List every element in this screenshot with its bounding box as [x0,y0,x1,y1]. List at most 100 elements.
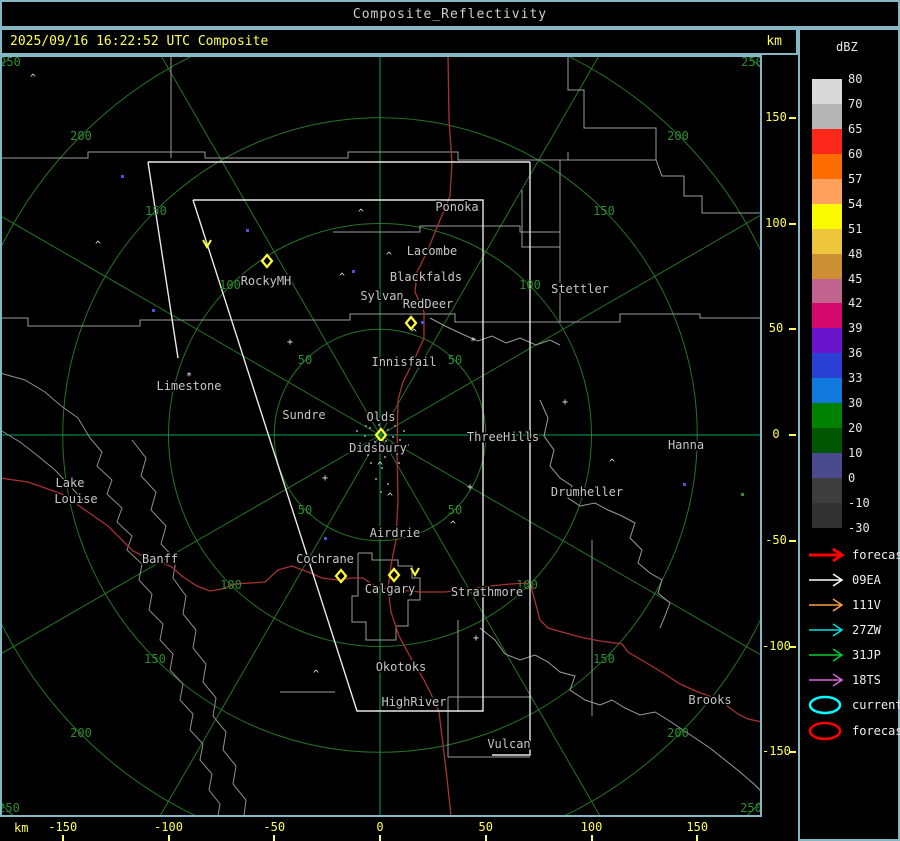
right-axis-tick [789,222,796,225]
clutter-dot [365,425,367,427]
colorbar-block [812,378,842,404]
city-label: Sylvan [360,289,403,303]
clutter-dot [403,430,405,432]
ring-distance-label: 50 [298,353,312,367]
right-axis: 150 100 50 0 -50 -100 -150 [762,55,798,817]
city-label: Blackfalds [390,270,462,284]
ring-distance-label: 100 [519,278,541,292]
colorbar-block [812,303,842,329]
right-axis-tick [789,645,796,648]
bottom-axis-tick-label: 150 [686,820,709,834]
ring-distance-label: 200 [667,129,689,143]
city-label: Innisfail [371,355,436,369]
legend-item: current [806,693,900,717]
city-label: HighRiver [381,695,446,709]
legend-item-label: 111V [852,598,881,612]
clutter-dot [370,462,372,464]
right-axis-tick-label: 0 [772,427,780,441]
colorbar-block [812,103,842,129]
right-axis-tick-label: 150 [765,109,787,124]
bottom-axis-tick [61,835,64,841]
radar-sector-outline [492,162,531,756]
city-label: Didsbury [349,441,407,455]
colorbar-boundary-label: 54 [848,196,863,211]
right-axis-tick-label: 50 [768,321,784,336]
colorbar-boundary-label: 30 [848,396,863,411]
radar-map: 50 50 50 50 100 100 100 100 150 150 150 150 200 200 20… [0,55,762,817]
legend-item-label: 18TS [852,673,881,687]
county-boundary [539,399,671,629]
colorbar-boundary-label: 33 [848,371,863,386]
echo-dot [352,270,355,273]
highway-line [2,477,760,723]
city-label: Lacombe [407,244,458,258]
colorbar-block [812,228,842,254]
mountain-boundary [2,373,91,439]
legend-item: 31JP [806,643,881,667]
legend-item: forecast [806,719,900,743]
echo-dot [152,309,155,312]
colorbar-panel: dBZ 80 70 65 60 57 54 51 48 45 42 39 36 33 30 20 10 0 -10… [798,28,900,841]
clutter-dot [392,436,394,438]
right-axis-tick [789,328,796,331]
legend-item: 09EA [806,568,881,592]
bottom-axis-tick-label: -50 [263,820,286,834]
colorbar-boundary-label: 0 [848,471,856,486]
ring-distance-label: 100 [220,578,242,592]
point-marker: ^ [313,669,319,680]
point-marker: + [467,482,473,493]
echo-dot [683,483,686,486]
point-marker: + [562,397,568,408]
ring-distance-label: 50 [298,503,312,517]
ring-distance-label: 150 [144,652,166,666]
title-bar: Composite_Reflectivity [0,0,900,28]
echo-dot [421,321,424,324]
colorbar-boundary-label: 80 [848,72,863,86]
point-marker: ^ [339,272,345,283]
colorbar-block [812,253,842,279]
ring-distance-label: 250 [2,801,20,815]
point-marker: ^ [358,208,364,219]
city-label: Hanna [668,438,704,452]
clutter-dot [407,444,409,446]
legend-item-label: 31JP [852,648,881,662]
legend-item-label: forecast [852,548,900,562]
county-boundary [521,190,560,248]
right-axis-tick-label: 100 [765,215,787,230]
legend-arrow-icon [809,598,844,612]
window-title: Composite_Reflectivity [352,6,548,22]
mountain-boundary [131,439,247,815]
bottom-axis-tick-label: -100 [154,820,183,834]
echo-dot [246,229,249,232]
colorbar-block [812,128,842,154]
city-label: Stettler [551,282,609,296]
bottom-axis-tick-label: 0 [376,820,384,834]
bottom-axis-tick [484,835,487,841]
right-axis-tick-label: -50 [765,532,787,547]
legend-item-label: 09EA [852,573,881,587]
clutter-dot [369,427,371,429]
point-marker: ^ [377,461,383,472]
bottom-axis-unit-label: km [14,821,29,835]
colorbar-block [812,328,842,354]
city-label: Banff [142,552,178,566]
colorbar-unit-label: dBZ [836,40,858,54]
right-axis-tick-label: -100 [762,638,791,653]
city-label: RockyMH [241,274,292,288]
right-axis-tick [789,539,796,542]
echo-dot [121,175,124,178]
city-label: Calgary [365,582,416,596]
colorbar-boundary-label: -30 [848,520,870,535]
ring-distance-label: 250 [2,57,21,69]
ring-distance-label: 150 [593,204,615,218]
legend-arrow-icon [809,547,845,563]
ring-distance-label: 250 [741,57,760,69]
colorbar-block [812,203,842,229]
clutter-dot [387,429,389,431]
city-label: Brooks [688,693,731,707]
colorbar-block [812,453,842,478]
clutter-dot [364,435,366,437]
colorbar [812,79,842,528]
city-label: Strathmore [451,585,523,599]
county-boundary [333,225,560,233]
